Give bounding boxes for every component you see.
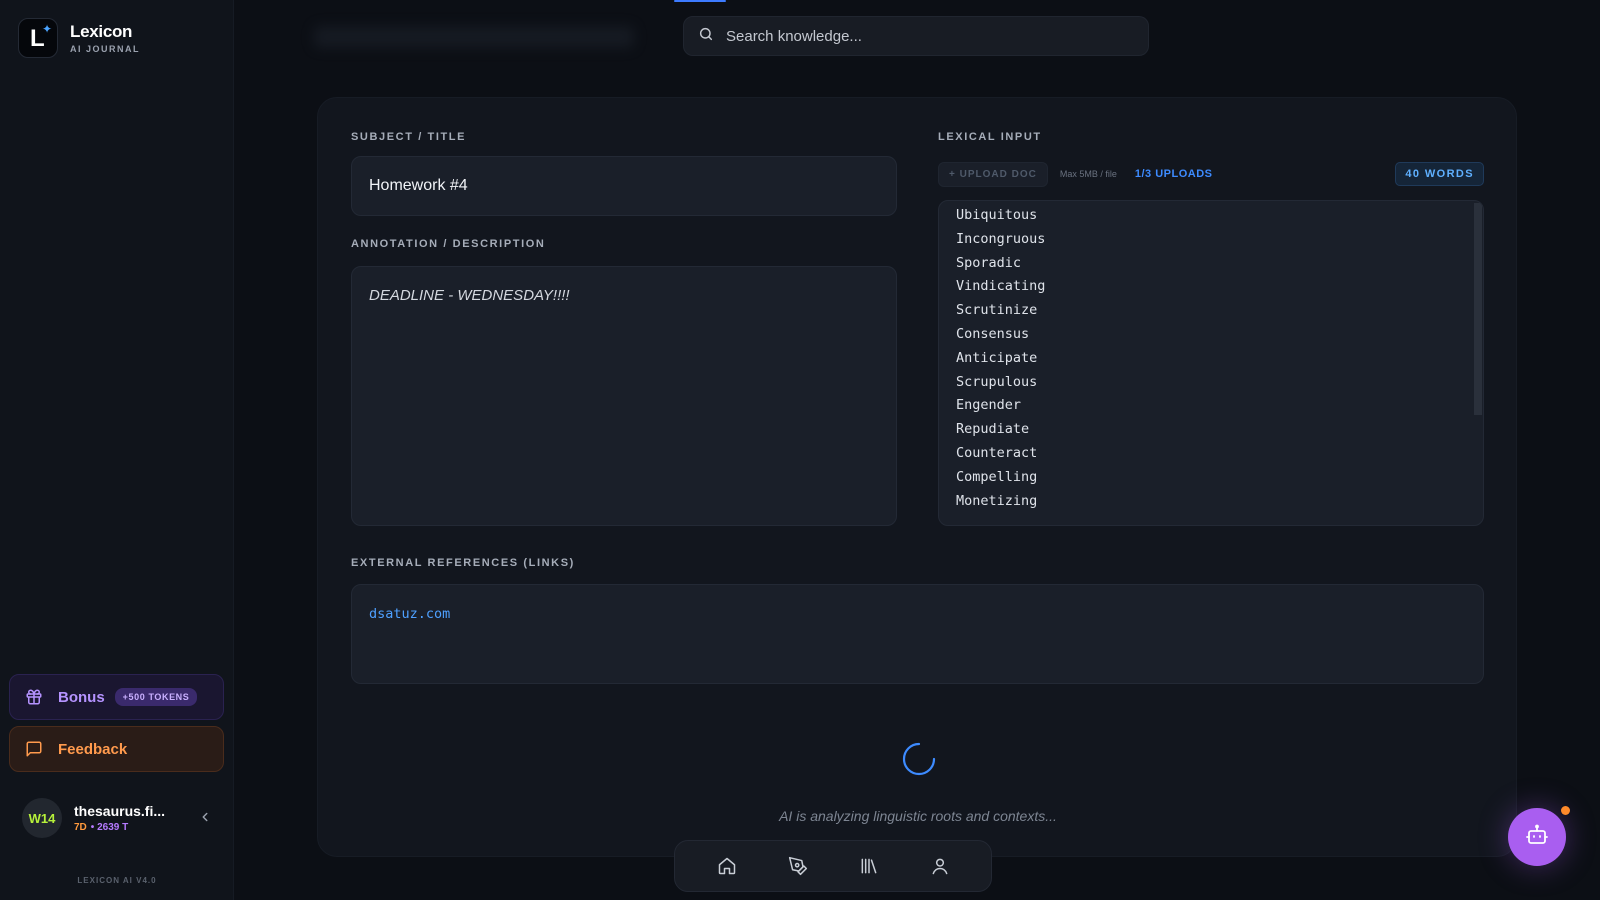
logo-icon: L ✦ (18, 18, 58, 58)
scrollbar-thumb[interactable] (1474, 203, 1482, 415)
assistant-bot-button[interactable] (1508, 808, 1566, 866)
top-bar (234, 0, 1600, 72)
description-field[interactable]: DEADLINE - WEDNESDAY!!!! (351, 266, 897, 526)
upload-doc-button[interactable]: + UPLOAD DOC (938, 161, 1048, 187)
notification-dot (1561, 806, 1570, 815)
word-count-badge: 40 WORDS (1395, 162, 1484, 186)
link-entry[interactable]: dsatuz.com (369, 606, 450, 622)
scrollbar[interactable] (1474, 203, 1482, 525)
word-item: Scrutinize (956, 302, 1038, 319)
user-profile[interactable]: W14 thesaurus.fi... 7D • 2639 T (22, 798, 212, 838)
avatar: W14 (22, 798, 62, 838)
word-item: Repudiate (956, 421, 1030, 438)
user-name: thesaurus.fi... (74, 803, 166, 819)
title-input[interactable] (369, 177, 879, 195)
token-badge: +500 TOKENS (114, 688, 198, 706)
word-item: Scrupulous (956, 373, 1038, 390)
search-bar[interactable] (683, 16, 1149, 56)
bottom-nav (674, 840, 992, 892)
bonus-button[interactable]: Bonus +500 TOKENS (9, 674, 224, 720)
word-item: Vindicating (956, 278, 1046, 295)
user-streak: 7D (74, 822, 87, 833)
word-item: Incongruous (956, 230, 1046, 247)
sidebar: L ✦ Lexicon AI JOURNAL Bonus +500 TOKENS … (0, 0, 234, 900)
links-field[interactable]: dsatuz.com (351, 584, 1484, 684)
pen-icon[interactable] (784, 852, 812, 880)
analyzing-status: AI is analyzing linguistic roots and con… (779, 808, 1057, 824)
robot-icon (1525, 823, 1549, 852)
gift-icon (24, 687, 44, 707)
uploads-count: 1/3 UPLOADS (1134, 168, 1213, 180)
entry-form-card: SUBJECT / TITLE ANNOTATION / DESCRIPTION… (317, 97, 1517, 857)
word-item: Ubiquitous (956, 207, 1038, 223)
word-item: Monetizing (956, 492, 1038, 509)
brand-name: Lexicon (70, 22, 133, 41)
word-item: Compelling (956, 468, 1038, 485)
upload-row: + UPLOAD DOC Max 5MB / file 1/3 UPLOADS … (938, 161, 1484, 187)
description-label: ANNOTATION / DESCRIPTION (351, 238, 546, 250)
lexical-input-field[interactable]: Ubiquitous Incongruous Sporadic Vindicating… (938, 200, 1484, 526)
library-icon[interactable] (855, 852, 883, 880)
title-field[interactable] (351, 156, 897, 216)
loading-spinner (902, 742, 936, 776)
word-item: Anticipate (956, 349, 1038, 366)
feedback-label: Feedback (58, 740, 128, 758)
brand[interactable]: L ✦ Lexicon AI JOURNAL (18, 18, 140, 58)
lexical-input-label: LEXICAL INPUT (938, 131, 1042, 143)
search-icon (698, 26, 714, 47)
bonus-label: Bonus (58, 688, 105, 706)
chat-icon (24, 739, 44, 759)
word-list: Ubiquitous Incongruous Sporadic Vindicating… (956, 201, 1483, 513)
user-tokens: • 2639 T (90, 822, 129, 833)
home-icon[interactable] (713, 852, 741, 880)
search-input[interactable] (726, 27, 1126, 45)
feedback-button[interactable]: Feedback (9, 726, 224, 772)
description-textarea[interactable]: DEADLINE - WEDNESDAY!!!! (369, 287, 879, 505)
active-indicator (674, 0, 726, 2)
user-icon[interactable] (926, 852, 954, 880)
chevron-left-icon[interactable] (198, 808, 212, 829)
word-item: Counteract (956, 444, 1038, 461)
word-item: Sporadic (956, 254, 1022, 271)
word-item: Engender (956, 397, 1022, 414)
title-label: SUBJECT / TITLE (351, 131, 467, 143)
brand-subtitle: AI JOURNAL (70, 44, 141, 54)
links-label: EXTERNAL REFERENCES (LINKS) (351, 557, 575, 569)
max-size-note: Max 5MB / file (1059, 169, 1117, 179)
blurred-page-title (314, 26, 634, 48)
word-item: Consensus (956, 325, 1030, 342)
version-label: LEXICON AI V4.0 (77, 876, 157, 885)
